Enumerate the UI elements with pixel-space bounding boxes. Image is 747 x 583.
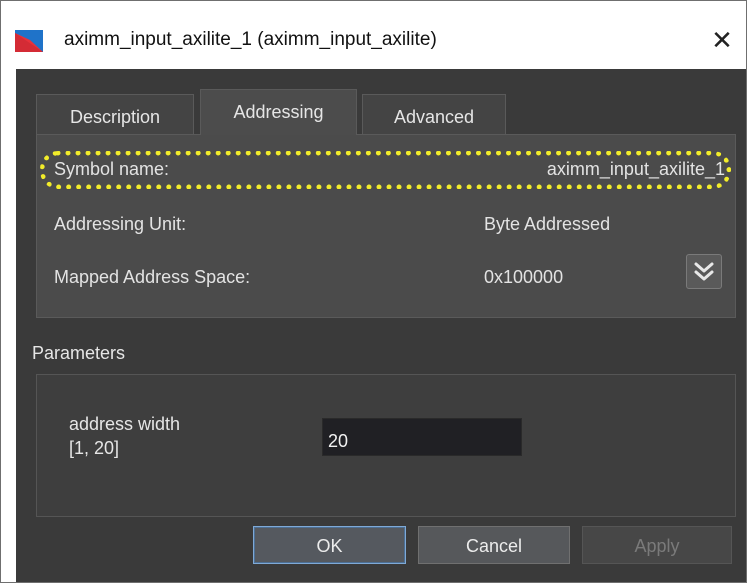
dialog-window: aximm_input_axilite_1 (aximm_input_axili… (0, 0, 747, 583)
close-button[interactable]: ✕ (706, 27, 738, 55)
tab-advanced[interactable]: Advanced (362, 94, 506, 134)
parameters-heading: Parameters (32, 343, 126, 363)
mapped-address-space-value: 0x100000 (484, 267, 564, 287)
addressing-panel: Symbol name: aximm_input_axilite_1 Addre… (36, 134, 736, 318)
double-chevron-down-icon (694, 262, 714, 281)
tab-addressing[interactable]: Addressing (200, 89, 357, 135)
symbol-name-value: aximm_input_axilite_1 (546, 159, 725, 179)
address-width-input[interactable] (322, 418, 522, 456)
window-title: aximm_input_axilite_1 (aximm_input_axili… (64, 29, 437, 50)
mapped-address-space-label: Mapped Address Space: (54, 267, 251, 287)
address-width-range: [1, 20] (69, 438, 120, 458)
app-logo-icon (15, 30, 43, 52)
dialog-body: Description Addressing Advanced Symbol n… (16, 69, 746, 582)
addressing-unit-value: Byte Addressed (484, 214, 611, 234)
ok-button[interactable]: OK (253, 526, 406, 564)
address-width-label: address width [1, 20] (69, 412, 180, 460)
symbol-name-label: Symbol name: (54, 159, 170, 179)
apply-button[interactable]: Apply (582, 526, 732, 564)
cancel-button[interactable]: Cancel (418, 526, 570, 564)
parameters-panel: address width [1, 20] (36, 374, 736, 517)
tab-description[interactable]: Description (36, 94, 194, 134)
expand-address-button[interactable] (686, 254, 722, 289)
addressing-unit-label: Addressing Unit: (54, 214, 187, 234)
title-bar[interactable]: aximm_input_axilite_1 (aximm_input_axili… (1, 1, 746, 67)
address-width-name: address width (69, 414, 181, 434)
